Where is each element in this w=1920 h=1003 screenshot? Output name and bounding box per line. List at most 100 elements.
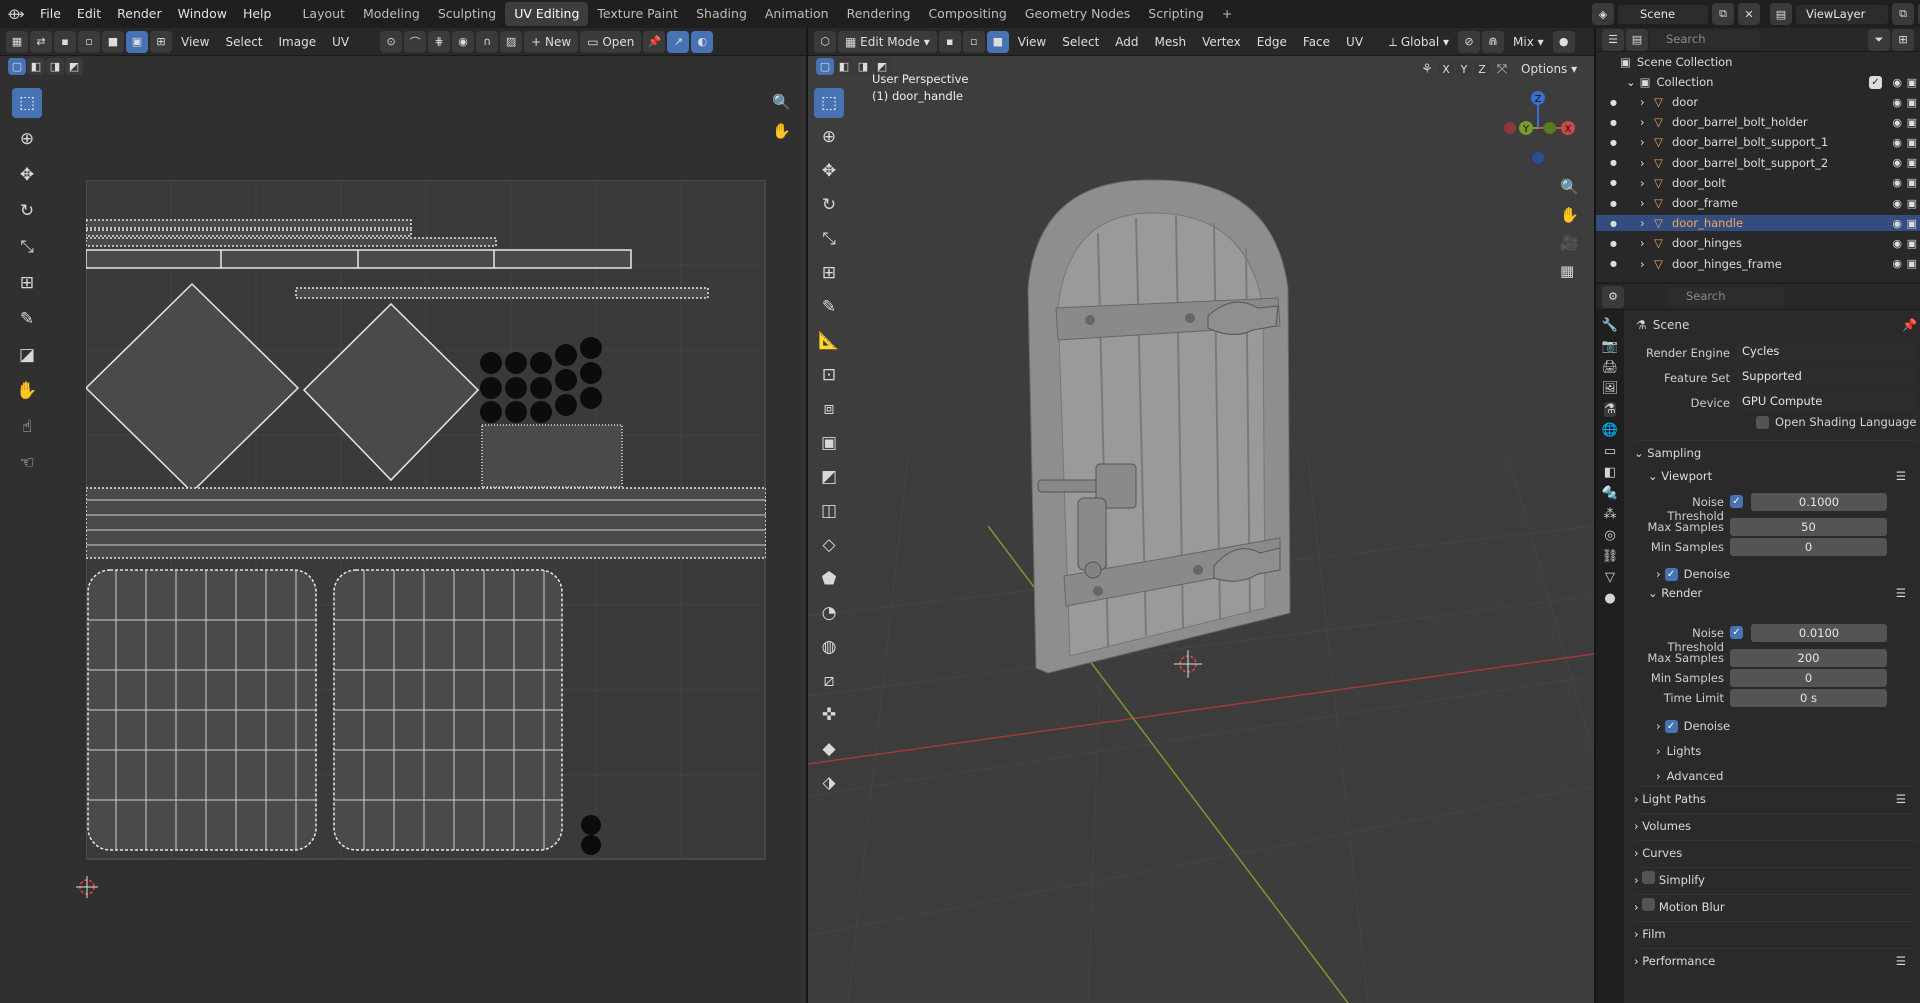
face-select-icon[interactable]: ■ bbox=[102, 30, 124, 53]
shear-tool-icon[interactable]: ◆ bbox=[814, 734, 844, 764]
outliner-row-door-barrel-bolt-support-1[interactable]: ● › ▽ door_barrel_bolt_support_1 ◉ ▣ bbox=[1596, 134, 1920, 150]
uv-sync-selection-icon[interactable]: ⇄ bbox=[30, 30, 52, 53]
constraints-tab-icon[interactable]: ⛓ bbox=[1602, 549, 1619, 564]
render-presets-icon[interactable]: ☰ bbox=[1896, 581, 1906, 605]
volumes-panel[interactable]: › Volumes bbox=[1634, 813, 1916, 837]
knife-tool-icon[interactable]: ◇ bbox=[814, 530, 844, 560]
properties-editor-type-icon[interactable]: ⚙ bbox=[1602, 285, 1624, 308]
outliner-row-door-handle[interactable]: ● › ▽ door_handle ◉ ▣ bbox=[1596, 215, 1920, 232]
r-denoise-row[interactable]: › ✓ Denoise bbox=[1656, 716, 1730, 736]
tab-animation[interactable]: Animation bbox=[756, 2, 838, 26]
motion-blur-panel[interactable]: › Motion Blur bbox=[1634, 894, 1916, 918]
vp-select-box-tool-icon[interactable]: ⬚ bbox=[814, 88, 844, 118]
scene-collection-row[interactable]: ▣ Scene Collection bbox=[1620, 54, 1882, 70]
r-noise-threshold-field[interactable]: 0.0100 bbox=[1751, 624, 1887, 642]
zoom-view-icon[interactable]: 🔍 bbox=[772, 93, 791, 111]
row-expand-icon[interactable]: › bbox=[1640, 156, 1645, 170]
film-panel[interactable]: › Film bbox=[1634, 921, 1916, 945]
outliner-row-door-bolt[interactable]: ● › ▽ door_bolt ◉ ▣ bbox=[1596, 175, 1920, 191]
vp-denoise-expand-icon[interactable]: › bbox=[1656, 567, 1661, 581]
feature-set-dropdown[interactable]: Supported bbox=[1736, 367, 1916, 386]
vp-zoom-icon[interactable]: 🔍 bbox=[1560, 178, 1579, 196]
outliner-row-door-hinges[interactable]: ● › ▽ door_hinges ◉ ▣ bbox=[1596, 235, 1920, 251]
object-render-icon[interactable]: ▣ bbox=[1907, 156, 1917, 169]
viewlayer-selector-icon[interactable]: ▤ bbox=[1770, 3, 1792, 25]
object-render-icon[interactable]: ▣ bbox=[1907, 176, 1917, 189]
r-min-samples-field[interactable]: 0 bbox=[1730, 669, 1887, 687]
inset-tool-icon[interactable]: ▣ bbox=[814, 428, 844, 458]
collection-exclude-checkbox[interactable]: ✓ bbox=[1869, 75, 1882, 89]
navigation-gizmo[interactable]: Z X Y bbox=[1496, 86, 1580, 170]
collection-visibility-icon[interactable]: ◉ bbox=[1892, 76, 1902, 89]
object-render-icon[interactable]: ▣ bbox=[1907, 96, 1917, 109]
particles-tab-icon[interactable]: ⁂ bbox=[1604, 507, 1617, 522]
row-expand-icon[interactable]: › bbox=[1640, 115, 1645, 129]
edge-slide-tool-icon[interactable]: ⧄ bbox=[814, 666, 844, 696]
edge-mode-icon[interactable]: ▫ bbox=[962, 30, 985, 53]
view-layer-tab-icon[interactable]: 🖼 bbox=[1602, 381, 1619, 396]
outliner-row-door-frame[interactable]: ● › ▽ door_frame ◉ ▣ bbox=[1596, 195, 1920, 211]
render-subpanel-header[interactable]: ⌄ Render ☰ bbox=[1648, 581, 1916, 605]
vp-annotate-tool-icon[interactable]: ✎ bbox=[814, 292, 844, 322]
collection-expand-icon[interactable]: ⌄ bbox=[1626, 75, 1636, 89]
edge-select-icon[interactable]: ▫ bbox=[78, 30, 100, 53]
pivot-icon[interactable]: ⊙ bbox=[380, 30, 403, 53]
vp-cursor-tool-icon[interactable]: ⊕ bbox=[814, 122, 844, 152]
shrink-fatten-tool-icon[interactable]: ✜ bbox=[814, 700, 844, 730]
pan-view-icon[interactable]: ✋ bbox=[772, 122, 791, 140]
relax-tool-icon[interactable]: ☝ bbox=[12, 412, 42, 442]
cursor-tool-icon[interactable]: ⊕ bbox=[12, 124, 42, 154]
viewport-subpanel-header[interactable]: ⌄ Viewport ☰ bbox=[1648, 464, 1916, 488]
physics-tab-icon[interactable]: ◎ bbox=[1604, 528, 1615, 543]
tab-modeling[interactable]: Modeling bbox=[354, 2, 429, 26]
rip-tool-icon[interactable]: ◪ bbox=[12, 340, 42, 370]
select-new-icon[interactable]: ▢ bbox=[8, 58, 26, 75]
tab-geometry-nodes[interactable]: Geometry Nodes bbox=[1016, 2, 1139, 26]
scene-name-field[interactable]: Scene bbox=[1618, 4, 1708, 24]
output-tab-icon[interactable]: 🖨 bbox=[1602, 360, 1619, 375]
new-scene-icon[interactable]: ⧉ bbox=[1712, 3, 1734, 25]
object-visibility-icon[interactable]: ◉ bbox=[1892, 156, 1902, 169]
tab-shading[interactable]: Shading bbox=[687, 2, 756, 26]
modifiers-tab-icon[interactable]: 🔩 bbox=[1602, 486, 1618, 501]
vp-menu-mesh[interactable]: Mesh bbox=[1148, 31, 1194, 53]
sticky-select-icon[interactable]: ⊞ bbox=[150, 30, 172, 53]
smooth-tool-icon[interactable]: ◍ bbox=[814, 632, 844, 662]
vp-scale-tool-icon[interactable]: ⤡ bbox=[814, 224, 844, 254]
annotate-tool-icon[interactable]: ✎ bbox=[12, 304, 42, 334]
falloff-icon[interactable]: ∩ bbox=[476, 30, 499, 53]
tool-tab-icon[interactable]: 🔧 bbox=[1602, 318, 1618, 333]
vertex-select-icon[interactable]: ▪ bbox=[54, 30, 76, 53]
tab-compositing[interactable]: Compositing bbox=[919, 2, 1015, 26]
pinch-tool-icon[interactable]: ☜ bbox=[12, 448, 42, 478]
render-tab-icon[interactable]: 📷 bbox=[1602, 339, 1618, 354]
time-limit-field[interactable]: 0 s bbox=[1730, 689, 1887, 707]
2d-cursor-icon[interactable] bbox=[76, 876, 98, 898]
render-engine-dropdown[interactable]: Cycles bbox=[1736, 342, 1916, 361]
blender-logo-icon[interactable]: ⟴ bbox=[0, 5, 32, 23]
device-dropdown[interactable]: GPU Compute bbox=[1736, 392, 1916, 411]
row-expand-icon[interactable]: › bbox=[1640, 95, 1645, 109]
outliner-row-door[interactable]: ● › ▽ door ◉ ▣ bbox=[1596, 94, 1920, 110]
r-denoise-checkbox[interactable]: ✓ bbox=[1664, 719, 1678, 733]
object-render-icon[interactable]: ▣ bbox=[1907, 257, 1917, 270]
vp-rotate-tool-icon[interactable]: ↻ bbox=[814, 190, 844, 220]
ortho-toggle-icon[interactable]: ▦ bbox=[1560, 262, 1579, 280]
vp-denoise-checkbox[interactable]: ✓ bbox=[1664, 567, 1678, 581]
vp-menu-vertex[interactable]: Vertex bbox=[1195, 31, 1248, 53]
mode-selector[interactable]: ▦ Edit Mode ▾ bbox=[838, 30, 937, 53]
viewlayer-name-field[interactable]: ViewLayer bbox=[1796, 4, 1888, 24]
row-expand-icon[interactable]: › bbox=[1640, 135, 1645, 149]
open-image-button[interactable]: ▭ Open bbox=[580, 30, 642, 53]
snap-target-icon[interactable]: ⋕ bbox=[428, 30, 451, 53]
select-invert-icon[interactable]: ◩ bbox=[65, 58, 83, 75]
select-box-tool-icon[interactable]: ⬚ bbox=[12, 88, 42, 118]
filter-icon[interactable]: ⏷ bbox=[1868, 28, 1890, 51]
vp-menu-view[interactable]: View bbox=[1011, 31, 1053, 53]
transform-orientation-dropdown[interactable]: ⟂ Global ▾ bbox=[1382, 31, 1456, 53]
curves-panel[interactable]: › Curves bbox=[1634, 840, 1916, 864]
uv-canvas[interactable] bbox=[86, 180, 766, 860]
osl-checkbox[interactable] bbox=[1756, 415, 1769, 429]
material-tab-icon[interactable]: ● bbox=[1604, 591, 1615, 606]
menu-render[interactable]: Render bbox=[109, 0, 170, 28]
